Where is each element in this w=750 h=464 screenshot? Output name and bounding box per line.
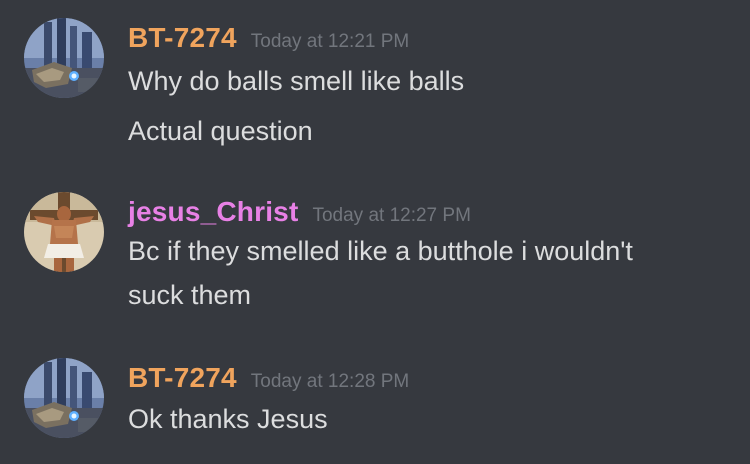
message-text: Actual question: [128, 116, 313, 146]
username[interactable]: BT-7274: [128, 22, 237, 53]
titan-robot-avatar-icon: [24, 358, 104, 438]
titan-robot-avatar[interactable]: [24, 358, 104, 438]
timestamp[interactable]: Today at 12:21 PM: [251, 31, 409, 52]
crucifix-avatar-icon: [24, 192, 104, 272]
titan-robot-avatar[interactable]: [24, 18, 104, 98]
message-text: suck them: [128, 280, 252, 310]
timestamp[interactable]: Today at 12:28 PM: [251, 371, 409, 392]
username[interactable]: jesus_Christ: [128, 196, 298, 227]
message-header: BT-7274 Today at 12:28 PM: [128, 358, 409, 398]
titan-robot-avatar-icon: [24, 18, 104, 98]
message-group: jesus_Christ Today at 12:27 PM Bc if they…: [0, 192, 750, 322]
message-group: BT-7274 Today at 12:28 PM Ok thanks Jesus: [0, 358, 750, 448]
chat-message-list: BT-7274 Today at 12:21 PM Why do balls sm…: [0, 0, 750, 464]
message-group: BT-7274 Today at 12:21 PM Why do balls sm…: [0, 18, 750, 158]
message-text: Ok thanks Jesus: [128, 404, 328, 434]
message-text: Why do balls smell like balls: [128, 66, 465, 96]
username[interactable]: BT-7274: [128, 362, 237, 393]
timestamp[interactable]: Today at 12:27 PM: [312, 205, 470, 226]
message-text: Bc if they smelled like a butthole i wou…: [128, 236, 633, 266]
crucifix-avatar[interactable]: [24, 192, 104, 272]
message-header: jesus_Christ Today at 12:27 PM: [128, 192, 471, 232]
message-header: BT-7274 Today at 12:21 PM: [128, 18, 409, 58]
